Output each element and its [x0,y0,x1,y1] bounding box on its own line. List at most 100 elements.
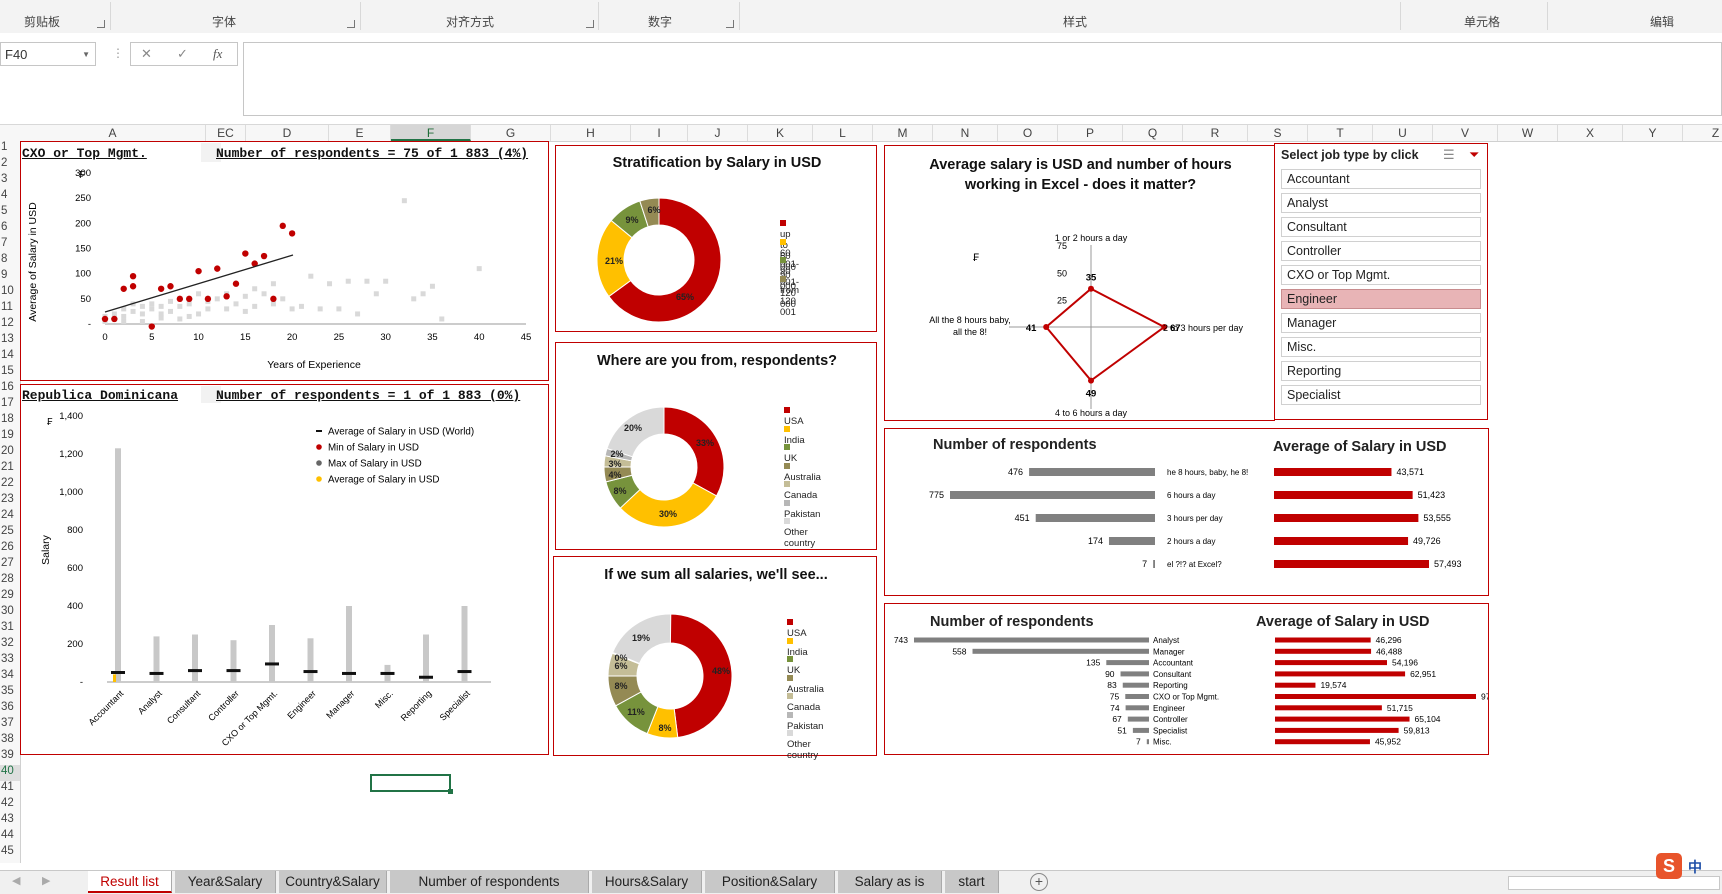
row-header-26[interactable]: 26 [0,541,20,557]
column-header-E[interactable]: E [329,125,391,141]
row-header-22[interactable]: 22 [0,477,20,493]
column-header-U[interactable]: U [1373,125,1433,141]
row-header-29[interactable]: 29 [0,589,20,605]
row-header-44[interactable]: 44 [0,829,20,845]
row-header-25[interactable]: 25 [0,525,20,541]
row-header-31[interactable]: 31 [0,621,20,637]
row-header-32[interactable]: 32 [0,637,20,653]
sheet-tab[interactable]: Hours&Salary [592,871,702,893]
row-header-40[interactable]: 40 [0,765,20,781]
row-header-20[interactable]: 20 [0,445,20,461]
slicer-item[interactable]: CXO or Top Mgmt. [1281,265,1481,285]
ribbon-group-clipboard[interactable]: 剪贴板 [24,13,60,30]
row-header-14[interactable]: 14 [0,349,20,365]
column-header-O[interactable]: O [998,125,1058,141]
fx-icon[interactable]: fx [213,46,222,62]
row-header-6[interactable]: 6 [0,221,20,237]
sheet-tab[interactable]: Result list [88,871,172,893]
row-header-15[interactable]: 15 [0,365,20,381]
multi-select-icon[interactable]: ☰ [1443,147,1455,163]
row-header-21[interactable]: 21 [0,461,20,477]
slicer-item[interactable]: Reporting [1281,361,1481,381]
sheet-tab[interactable]: Salary as is [838,871,942,893]
enter-icon[interactable]: ✓ [177,46,188,62]
sheet-tab[interactable]: Year&Salary [175,871,276,893]
row-header-8[interactable]: 8 [0,253,20,269]
row-header-7[interactable]: 7 [0,237,20,253]
sheet-tab[interactable]: Position&Salary [705,871,835,893]
column-header-V[interactable]: V [1433,125,1498,141]
column-header-L[interactable]: L [813,125,873,141]
slicer-item[interactable]: Consultant [1281,217,1481,237]
ribbon-group-font[interactable]: 字体 [212,13,236,30]
column-header-F[interactable]: F [391,125,471,141]
row-header-1[interactable]: 1 [0,141,20,157]
column-header-S[interactable]: S [1248,125,1308,141]
row-header-36[interactable]: 36 [0,701,20,717]
row-header-24[interactable]: 24 [0,509,20,525]
slicer-item[interactable]: Engineer [1281,289,1481,309]
chevron-down-icon[interactable]: ▼ [82,43,90,67]
slicer-item[interactable]: Misc. [1281,337,1481,357]
alignment-launcher-icon[interactable] [586,20,594,28]
column-header-G[interactable]: G [471,125,551,141]
cancel-icon[interactable]: ✕ [141,46,152,62]
row-header-43[interactable]: 43 [0,813,20,829]
row-header-35[interactable]: 35 [0,685,20,701]
column-header-K[interactable]: K [748,125,813,141]
formula-input[interactable] [243,42,1722,116]
row-header-42[interactable]: 42 [0,797,20,813]
row-header-4[interactable]: 4 [0,189,20,205]
slicer-item[interactable]: Accountant [1281,169,1481,189]
column-header-D[interactable]: D [246,125,329,141]
row-header-16[interactable]: 16 [0,381,20,397]
ribbon-group-number[interactable]: 数字 [648,13,672,30]
ribbon-group-styles[interactable]: 样式 [1063,13,1087,30]
prev-sheet-icon[interactable]: ◀ [12,874,20,887]
column-header-I[interactable]: I [631,125,688,141]
slicer-item[interactable]: Specialist [1281,385,1481,405]
row-header-5[interactable]: 5 [0,205,20,221]
row-header-10[interactable]: 10 [0,285,20,301]
next-sheet-icon[interactable]: ▶ [42,874,50,887]
column-header-Y[interactable]: Y [1623,125,1683,141]
row-header-45[interactable]: 45 [0,845,20,861]
row-header-30[interactable]: 30 [0,605,20,621]
row-header-11[interactable]: 11 [0,301,20,317]
ribbon-group-editing[interactable]: 编辑 [1650,13,1674,30]
slicer-item[interactable]: Controller [1281,241,1481,261]
row-header-19[interactable]: 19 [0,429,20,445]
selected-cell[interactable] [370,774,451,792]
font-launcher-icon[interactable] [347,20,355,28]
ime-s-icon[interactable]: S [1656,853,1682,879]
row-header-18[interactable]: 18 [0,413,20,429]
sheet-tab[interactable]: Number of respondents [390,871,589,893]
column-header-A[interactable]: A [20,125,206,141]
slicer-item[interactable]: Analyst [1281,193,1481,213]
clear-filter-icon[interactable]: ⏷ [1469,147,1479,163]
column-header-H[interactable]: H [551,125,631,141]
add-sheet-icon[interactable]: + [1030,873,1048,891]
row-header-2[interactable]: 2 [0,157,20,173]
ribbon-group-cells[interactable]: 单元格 [1464,13,1500,30]
column-header-R[interactable]: R [1183,125,1248,141]
column-header-M[interactable]: M [873,125,933,141]
column-header-J[interactable]: J [688,125,748,141]
slicer-item[interactable]: Manager [1281,313,1481,333]
column-header-P[interactable]: P [1058,125,1123,141]
row-header-33[interactable]: 33 [0,653,20,669]
row-header-3[interactable]: 3 [0,173,20,189]
column-header-X[interactable]: X [1558,125,1623,141]
row-header-28[interactable]: 28 [0,573,20,589]
sheet-tab[interactable]: start [945,871,999,893]
number-launcher-icon[interactable] [726,20,734,28]
row-header-13[interactable]: 13 [0,333,20,349]
row-header-41[interactable]: 41 [0,781,20,797]
row-header-9[interactable]: 9 [0,269,20,285]
row-header-17[interactable]: 17 [0,397,20,413]
name-box[interactable]: F40 ▼ [0,42,96,66]
sheet-tab[interactable]: Country&Salary [279,871,387,893]
column-header-W[interactable]: W [1498,125,1558,141]
clipboard-launcher-icon[interactable] [97,20,105,28]
row-header-37[interactable]: 37 [0,717,20,733]
